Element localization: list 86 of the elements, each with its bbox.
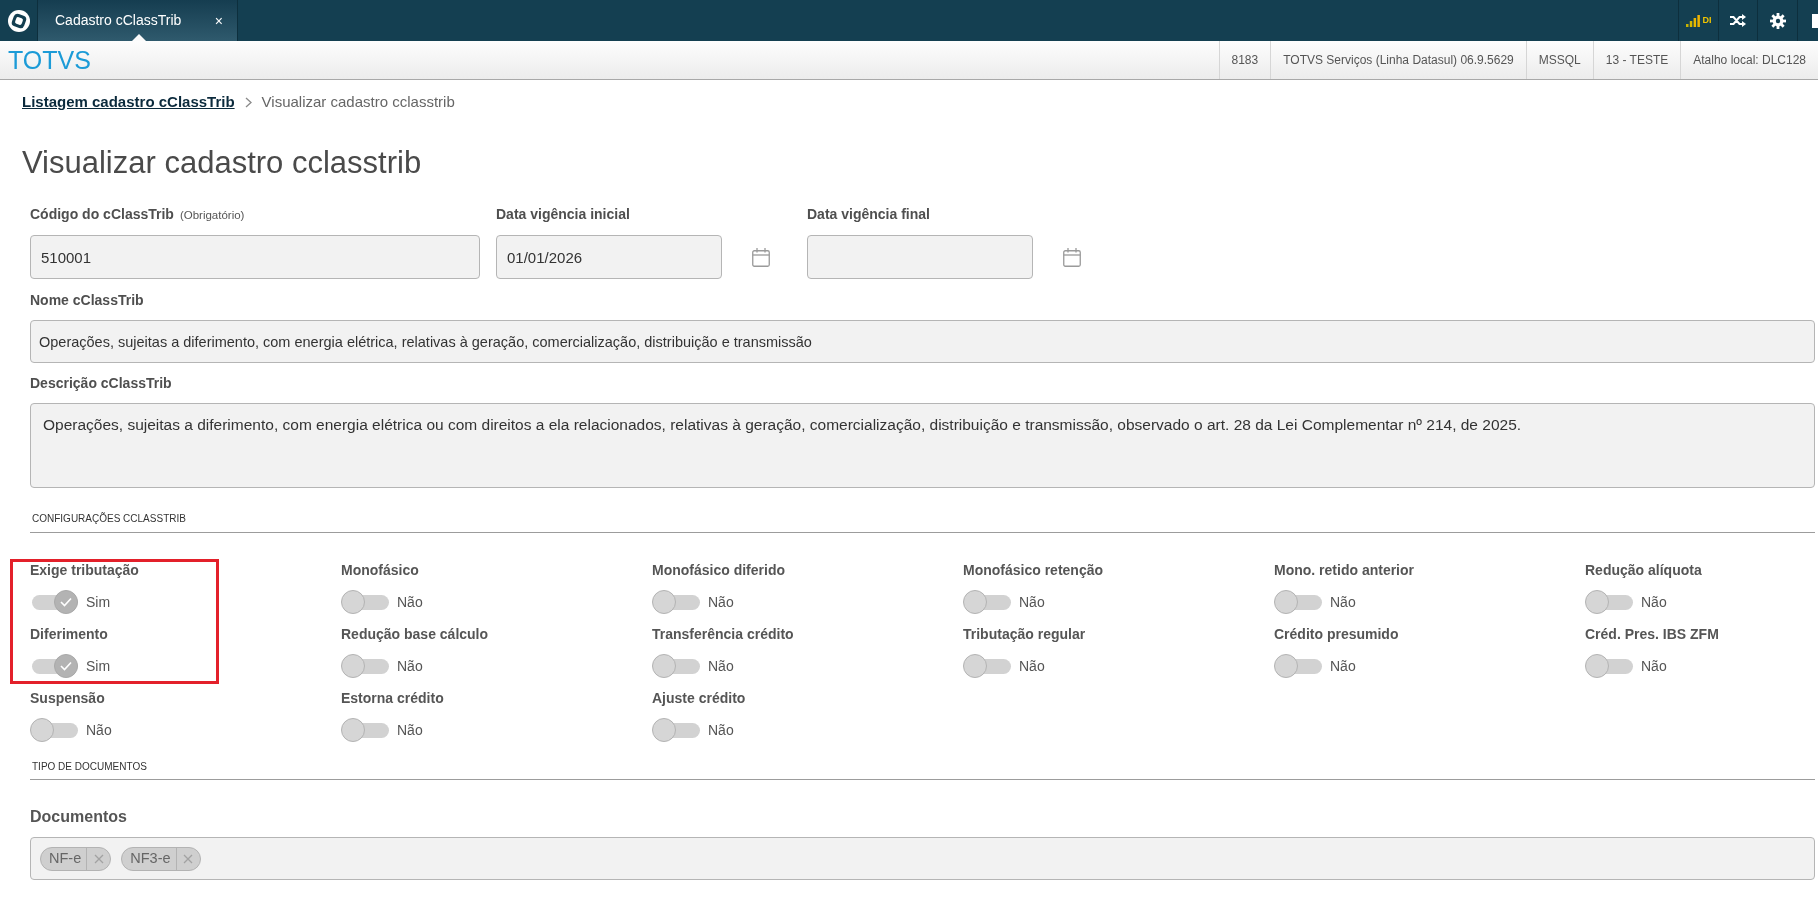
toggle-switch[interactable]: [30, 718, 78, 742]
toggle-switch[interactable]: [341, 718, 389, 742]
switch-state-label: Não: [1019, 656, 1045, 676]
toggle-switch[interactable]: [652, 718, 700, 742]
section-heading: TIPO DE DOCUMENTOS: [32, 760, 147, 774]
switch-state-label: Não: [708, 592, 734, 612]
tab-indicator-icon: [132, 34, 146, 41]
tag-label: NF3-e: [129, 848, 172, 868]
switch-label: Transferência crédito: [652, 625, 794, 644]
toggle-switch[interactable]: [652, 590, 700, 614]
chevron-right-icon: [244, 96, 252, 108]
close-icon: [93, 853, 104, 864]
toggle-switch[interactable]: [1274, 654, 1322, 678]
toggle-switch[interactable]: [652, 654, 700, 678]
switch-label: Estorna crédito: [341, 689, 444, 708]
calendar-icon[interactable]: [752, 247, 770, 267]
breadcrumb-link[interactable]: Listagem cadastro cClassTrib: [22, 90, 235, 114]
description-field[interactable]: Operações, sujeitas a diferimento, com energia elétrica ou com direitos a ela relacionados, relativas à geração, comercialização, distribuição e transmissão, observado o art. 28 da Lei Complementar nº 214, de 2025.: [30, 403, 1815, 488]
toggle-switch[interactable]: [1585, 590, 1633, 614]
brand-name: TOTVS: [8, 46, 91, 74]
close-icon: [183, 853, 194, 864]
switch-label: Mono. retido anterior: [1274, 561, 1414, 580]
field-label: Nome cClassTrib: [30, 291, 144, 310]
switch-label: Crédito presumido: [1274, 625, 1399, 644]
switch-label: Monofásico: [341, 561, 419, 580]
switch-label: Exige tributação: [30, 561, 139, 580]
switch-label: Monofásico retenção: [963, 561, 1104, 580]
signal-icon: [1685, 14, 1700, 27]
check-icon: [60, 597, 72, 607]
calendar-icon[interactable]: [1063, 247, 1081, 267]
toggle-switch[interactable]: [963, 590, 1011, 614]
field-label: Documentos: [30, 807, 127, 827]
field-label: Data vigência inicial: [496, 205, 630, 224]
status-info: MSSQL: [1525, 41, 1593, 79]
section-heading: CONFIGURAÇÕES CCLASSTRIB: [32, 512, 186, 526]
shuffle-icon: [1730, 14, 1746, 27]
tab[interactable]: Cadastro cClassTrib ×: [38, 0, 238, 41]
date-field[interactable]: [807, 235, 1033, 279]
switch-state-label: Não: [397, 720, 423, 740]
switch-label: Ajuste crédito: [652, 689, 746, 708]
toggle-switch[interactable]: [963, 654, 1011, 678]
switch-label: Suspensão: [30, 689, 105, 708]
switch-state-label: Não: [397, 656, 423, 676]
status-info: Atalho local: DLC128: [1680, 41, 1818, 79]
switch-state-label: Não: [397, 592, 423, 612]
switch-state-label: Não: [708, 720, 734, 740]
toggle-switch[interactable]: [341, 590, 389, 614]
date-field[interactable]: 01/01/2026: [496, 235, 722, 279]
switch-state-label: Não: [708, 656, 734, 676]
toggle-switch[interactable]: [30, 590, 78, 614]
breadcrumb-current: Visualizar cadastro cclasstrib: [261, 91, 455, 112]
switch-state-label: Não: [1330, 592, 1356, 612]
toggle-switch[interactable]: [30, 654, 78, 678]
switch-state-label: Não: [1641, 656, 1667, 676]
field-label: Código do cClassTrib: [30, 205, 174, 224]
text-field[interactable]: 510001: [30, 235, 480, 279]
switch-state-label: Sim: [86, 592, 111, 612]
tag-input-field[interactable]: NF-e NF3-e: [30, 837, 1815, 880]
switch-label: Redução base cálculo: [341, 625, 489, 644]
settings-icon: [1769, 12, 1786, 29]
field-label: Data vigência final: [807, 205, 930, 224]
text-field[interactable]: Operações, sujeitas a diferimento, com energia elétrica, relativas à geração, comercialização, distribuição e transmissão: [30, 320, 1815, 363]
square-icon: [1812, 13, 1818, 28]
status-info: TOTVS Serviços (Linha Datasul) 06.9.5629: [1270, 41, 1526, 79]
switch-label: Tributação regular: [963, 625, 1086, 644]
close-button[interactable]: ×: [212, 13, 225, 28]
switch-label: Monofásico diferido: [652, 561, 785, 580]
page-title: Visualizar cadastro cclasstrib: [22, 144, 422, 182]
toggle-switch[interactable]: [1274, 590, 1322, 614]
switch-label: Créd. Pres. IBS ZFM: [1585, 625, 1719, 644]
switch-state-label: Não: [1641, 592, 1667, 612]
toggle-switch[interactable]: [1585, 654, 1633, 678]
switch-state-label: Sim: [86, 656, 111, 676]
toggle-switch[interactable]: [341, 654, 389, 678]
switch-state-label: Não: [86, 720, 112, 740]
switch-state-label: Não: [1019, 592, 1045, 612]
switch-label: Redução alíquota: [1585, 561, 1702, 580]
status-info: 13 - TESTE: [1592, 41, 1681, 79]
logo-icon[interactable]: [7, 9, 30, 32]
switch-state-label: Não: [1330, 656, 1356, 676]
required-hint: (Obrigatório): [179, 208, 245, 223]
check-icon: [60, 661, 72, 671]
field-label: Descrição cClassTrib: [30, 374, 172, 393]
tag-label: NF-e: [48, 848, 83, 868]
status-info: 8183: [1218, 41, 1271, 79]
switch-label: Diferimento: [30, 625, 108, 644]
